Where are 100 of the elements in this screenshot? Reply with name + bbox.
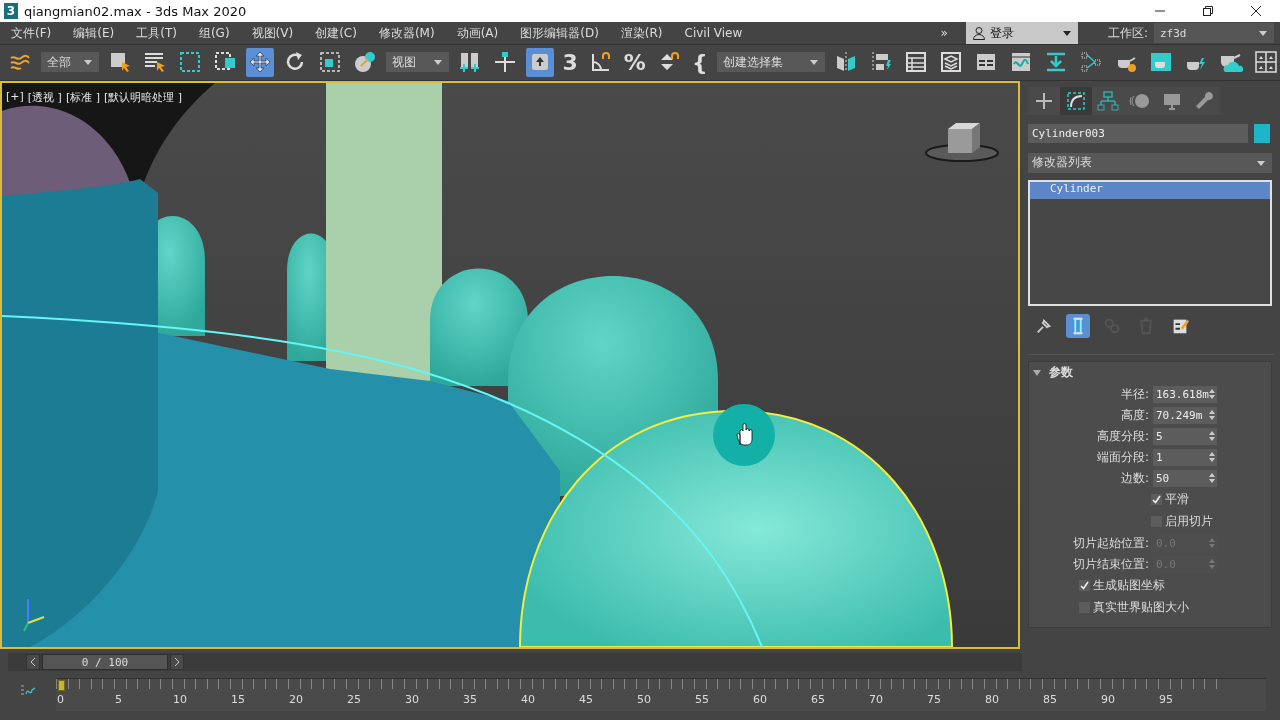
frame-number: 65	[811, 692, 825, 706]
checkbox-label: 生成贴图坐标	[1093, 577, 1165, 595]
workspace-dropdown[interactable]: zf3d	[1154, 23, 1274, 43]
user-icon	[971, 26, 986, 40]
frame-number: 10	[173, 692, 187, 706]
workspace-label: 工作区:	[1107, 24, 1148, 42]
frame-number: 85	[1043, 692, 1057, 706]
checkbox-label: 平滑	[1165, 491, 1189, 509]
menu-item[interactable]: 工具(T)	[125, 24, 188, 42]
move-button[interactable]	[246, 47, 275, 77]
frame-number: 75	[927, 692, 941, 706]
spinner-field[interactable]: 163.618m	[1153, 385, 1217, 403]
rollout-header[interactable]: 参数	[1029, 361, 1271, 384]
create-tab[interactable]	[1028, 86, 1060, 115]
app-logo: 3	[4, 3, 18, 19]
spinner-label: 边数:	[1119, 469, 1150, 487]
spinner-label: 切片起始位置:	[1071, 534, 1150, 552]
node-graph-icon	[1079, 50, 1104, 75]
current-frame-marker[interactable]	[58, 679, 65, 691]
crosshair-icon	[492, 50, 517, 75]
menu-item[interactable]: 视图(V)	[240, 24, 305, 42]
frame-number: 0	[57, 692, 64, 706]
menu-item[interactable]: 文件(F)	[0, 24, 63, 42]
checkbox-label: 启用切片	[1165, 513, 1213, 531]
menu-item[interactable]: Civil View	[673, 26, 754, 40]
caret-icon	[809, 58, 820, 67]
check-icon	[1080, 581, 1089, 591]
cursor-highlight	[713, 403, 775, 466]
checkbox[interactable]	[1151, 494, 1162, 506]
spinner-arrows-icon	[1209, 538, 1215, 549]
toolbar-dropdown[interactable]: 创建选择集	[716, 52, 826, 73]
hand-cursor-icon	[736, 422, 753, 446]
scale-box-icon	[318, 50, 343, 75]
utilities-tab[interactable]	[1188, 86, 1220, 115]
menu-item[interactable]: 修改器(M)	[367, 24, 446, 42]
modify-tab[interactable]	[1060, 86, 1092, 115]
shortcut-override-button[interactable]	[525, 47, 554, 77]
previous-frame-button[interactable]	[26, 653, 40, 670]
spinner-field[interactable]: 1	[1153, 448, 1217, 466]
window-title: qiangmian02.max - 3ds Max 2020	[24, 3, 248, 19]
menu-item[interactable]: 图形编辑器(D)	[509, 24, 610, 42]
object-name-field[interactable]: Cylinder003	[1028, 123, 1248, 143]
show-end-result-button[interactable]	[1066, 313, 1090, 338]
frame-number: 55	[695, 692, 709, 706]
bars-plus-icon	[457, 50, 482, 75]
chevron-left-icon	[30, 657, 36, 666]
spinner-arrows-icon	[1209, 473, 1215, 484]
spinner-field[interactable]: 5	[1153, 427, 1217, 445]
checkbox[interactable]	[1079, 580, 1090, 592]
collapse-triangle-icon	[1033, 368, 1041, 377]
next-frame-button[interactable]	[170, 653, 184, 670]
curve-box-icon	[1065, 89, 1087, 112]
frame-number: 95	[1159, 692, 1173, 706]
timeline-ruler[interactable]: 0 5 10 15 20 25 30 35 40 45 50 55 60 65 70 75 80 85 90 95	[56, 677, 1266, 711]
toolbar-dropdown[interactable]: 视图	[386, 52, 449, 73]
spinner-label: 高度:	[1119, 406, 1150, 424]
spinner-field[interactable]: 70.249m	[1153, 406, 1217, 424]
menu-item[interactable]: 编辑(E)	[62, 24, 126, 42]
caret-icon	[83, 58, 94, 67]
percent-snap-button[interactable]: %	[621, 47, 648, 77]
spinner-arrows-icon	[1209, 559, 1215, 570]
caret-icon	[1061, 29, 1072, 37]
frame-number: 90	[1101, 692, 1115, 706]
curve-toggle-icon[interactable]	[20, 683, 36, 698]
named-selection-button[interactable]: {	[689, 47, 710, 77]
frame-number: 60	[753, 692, 767, 706]
spinner-field[interactable]: 50	[1153, 469, 1217, 487]
frame-number: 70	[869, 692, 883, 706]
object-color-swatch[interactable]	[1254, 123, 1270, 143]
sphere-arrow-icon	[353, 50, 378, 75]
menu-item[interactable]: 组(G)	[187, 24, 241, 42]
viewport-menu-label[interactable]: [标准 ]	[65, 89, 100, 105]
axis-tripod-icon	[23, 597, 45, 632]
menu-item[interactable]: 创建(C)	[304, 24, 368, 42]
modifier-list-dropdown[interactable]: 修改器列表	[1028, 152, 1272, 173]
viewport-menu-label[interactable]: [默认明暗处理 ]	[104, 89, 183, 105]
caret-icon	[1256, 158, 1266, 167]
toolbar-dropdown[interactable]: 全部	[41, 52, 100, 73]
snaps-button[interactable]: 3	[560, 47, 580, 77]
spinner-label: 半径:	[1119, 385, 1150, 403]
sign-in-dropdown[interactable]: 登录	[965, 22, 1078, 44]
move-arrows-icon	[248, 50, 273, 75]
frame-number: 50	[637, 692, 651, 706]
frame-counter: 0 / 100	[42, 653, 168, 670]
frame-number: 25	[347, 692, 361, 706]
menu-item[interactable]: 渲染(R)	[609, 24, 674, 42]
viewport-menu-label[interactable]: [+]	[6, 89, 24, 105]
caret-icon	[1258, 29, 1268, 37]
viewport[interactable]: [+] [透视 ] [标准 ] [默认明暗处理 ]	[0, 80, 1020, 649]
chevron-right-icon	[174, 657, 180, 666]
viewport-menu-label[interactable]: [透视 ]	[27, 89, 62, 105]
dashed-rectangle-icon	[178, 50, 203, 75]
frame-number: 35	[463, 692, 477, 706]
spinner-arrows-icon	[1209, 410, 1215, 421]
close-icon	[1250, 5, 1262, 17]
spinner-label: 端面分段:	[1095, 448, 1150, 466]
check-icon	[1152, 495, 1161, 505]
menu-item[interactable]: 动画(A)	[445, 24, 510, 42]
frame-number: 80	[985, 692, 999, 706]
menu-overflow[interactable]: »	[932, 26, 956, 40]
